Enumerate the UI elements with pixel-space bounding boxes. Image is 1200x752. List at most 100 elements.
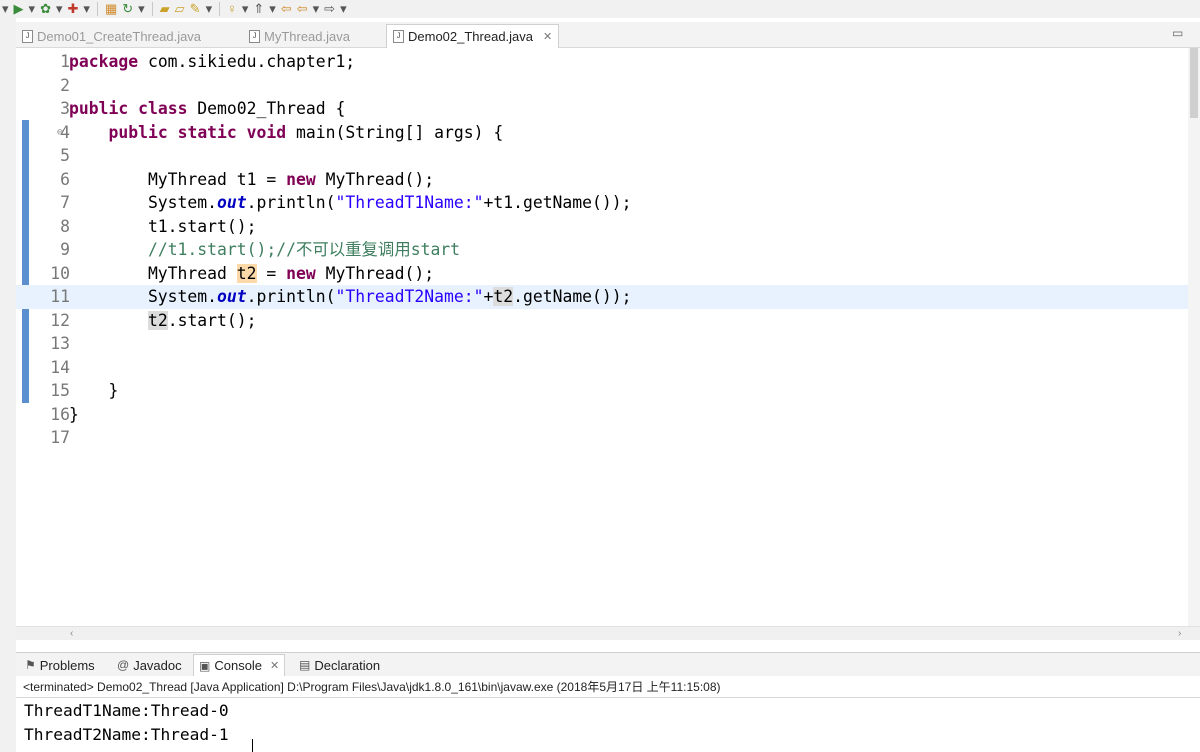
line-number: 14	[50, 357, 70, 377]
code-line[interactable]: 4 ⊖ public static void main(String[] args…	[16, 121, 1200, 145]
forward-icon[interactable]: ⇦	[297, 1, 308, 17]
dropdown-arrow-icon[interactable]: ▾	[29, 1, 36, 17]
tab-javadoc[interactable]: @ Javadoc	[112, 654, 187, 676]
problems-icon: ⚑	[25, 658, 36, 672]
dropdown-arrow-icon[interactable]: ▾	[2, 1, 9, 17]
bulb-icon[interactable]: ♀	[227, 1, 237, 17]
code-token: =	[256, 263, 287, 283]
code-area[interactable]: 1 package com.sikiedu.chapter1; 2 3 public c…	[16, 50, 1200, 450]
run-icon[interactable]: ▶	[14, 1, 24, 17]
console-line: ThreadT1Name:Thread-0	[24, 701, 229, 720]
tab-label: Declaration	[314, 657, 381, 673]
text-cursor	[252, 739, 253, 752]
close-icon[interactable]: ✕	[270, 659, 279, 672]
code-line[interactable]: 3 public class Demo02_Thread {	[16, 97, 1200, 121]
code-token: .println(	[246, 193, 336, 212]
close-icon[interactable]: ✕	[543, 30, 552, 43]
code-text: }	[69, 379, 118, 403]
line-number: 6	[60, 169, 70, 189]
fold-icon[interactable]: ⊖	[57, 121, 63, 145]
horizontal-scrollbar[interactable]: ‹ ›	[16, 626, 1200, 640]
code-text: }	[69, 403, 79, 427]
vertical-scrollbar[interactable]	[1188, 48, 1200, 626]
scroll-left-icon[interactable]: ‹	[70, 627, 73, 640]
line-number: 10	[50, 263, 70, 283]
code-line[interactable]: 8 t1.start();	[16, 215, 1200, 239]
dropdown-arrow-icon[interactable]: ▾	[83, 1, 90, 17]
code-line[interactable]: 11 System.out.println("ThreadT2Name:"+t2…	[16, 285, 1200, 309]
code-line[interactable]: 5	[16, 144, 1200, 168]
open-file-icon[interactable]: ▱	[175, 1, 185, 17]
line-number: 5	[60, 146, 70, 165]
code-token: package	[69, 52, 139, 71]
scroll-right-icon[interactable]: ›	[1178, 627, 1181, 640]
pencil-icon[interactable]: ✎	[190, 1, 201, 17]
dropdown-arrow-icon[interactable]: ▾	[138, 1, 145, 17]
line-number: 4	[60, 122, 70, 142]
line-number: 13	[50, 334, 70, 353]
code-token: //t1.start();//不可以重复调用start	[147, 240, 461, 259]
tab-console[interactable]: ▣ Console ✕	[193, 654, 286, 676]
java-file-icon: J	[393, 30, 404, 43]
tab-problems[interactable]: ⚑ Problems	[20, 654, 100, 676]
up-icon[interactable]: ⇑	[253, 1, 264, 17]
dropdown-arrow-icon[interactable]: ▾	[340, 1, 347, 17]
code-token: .start();	[167, 310, 257, 330]
code-token: MyThread	[69, 263, 237, 283]
external-tools-icon[interactable]: ✚	[68, 1, 79, 17]
dropdown-arrow-icon[interactable]: ▾	[269, 1, 276, 17]
next-icon[interactable]: ⇨	[324, 1, 335, 17]
dropdown-arrow-icon[interactable]: ▾	[313, 1, 320, 17]
console-icon: ▣	[199, 658, 211, 673]
code-line[interactable]: 12 t2.start();	[16, 309, 1200, 333]
code-token: t2	[236, 263, 257, 283]
bottom-panel-tabs: ⚑ Problems @ Javadoc ▣ Console ✕ ▤ Decla…	[16, 652, 1200, 676]
code-token: .println(	[246, 287, 336, 306]
code-token: static	[177, 122, 237, 142]
code-line[interactable]: 1 package com.sikiedu.chapter1;	[16, 50, 1200, 74]
back-icon[interactable]: ⇦	[281, 1, 292, 17]
code-line[interactable]: 15 }	[16, 379, 1200, 403]
console-output[interactable]: ThreadT1Name:Thread-0 ThreadT2Name:Threa…	[16, 699, 1200, 752]
code-line[interactable]: 10 MyThread t2 = new MyThread();	[16, 262, 1200, 286]
code-token: out	[217, 287, 247, 306]
left-trim	[0, 18, 16, 752]
tab-mythread[interactable]: J MyThread.java	[243, 24, 356, 48]
code-token: new	[286, 169, 316, 189]
dropdown-arrow-icon[interactable]: ▾	[242, 1, 249, 17]
code-token: class	[138, 99, 188, 118]
tab-demo01-createthread[interactable]: J Demo01_CreateThread.java	[16, 24, 207, 48]
scrollbar-thumb[interactable]	[1190, 48, 1198, 118]
tab-demo02-thread[interactable]: J Demo02_Thread.java ✕	[386, 24, 560, 48]
code-line[interactable]: 7 System.out.println("ThreadT1Name:"+t1.…	[16, 191, 1200, 215]
grid-icon[interactable]: ▦	[105, 1, 117, 17]
code-line[interactable]: 14	[16, 356, 1200, 380]
code-text: System.out.println("ThreadT2Name:"+t2.ge…	[69, 285, 632, 309]
dropdown-arrow-icon[interactable]: ▾	[206, 1, 213, 17]
code-line[interactable]: 13	[16, 332, 1200, 356]
code-token: "ThreadT2Name:"	[335, 287, 484, 306]
refresh-icon[interactable]: ↻	[122, 1, 133, 17]
minimize-icon[interactable]: ▭	[1172, 26, 1183, 40]
code-line[interactable]: 17	[16, 426, 1200, 450]
code-line[interactable]: 16}	[16, 403, 1200, 427]
code-token: System.	[69, 193, 218, 212]
code-line[interactable]: 2	[16, 74, 1200, 98]
code-text: System.out.println("ThreadT1Name:"+t1.ge…	[69, 191, 632, 215]
tab-declaration[interactable]: ▤ Declaration	[294, 654, 385, 676]
editor-tab-bar: J Demo01_CreateThread.java J MyThread.ja…	[16, 22, 1200, 48]
code-text: MyThread t2 = new MyThread();	[69, 262, 434, 286]
code-line[interactable]: 6 MyThread t1 = new MyThread();	[16, 168, 1200, 192]
code-token: public	[69, 99, 129, 118]
code-editor[interactable]: 1 package com.sikiedu.chapter1; 2 3 public c…	[16, 48, 1200, 626]
code-text: package com.sikiedu.chapter1;	[69, 50, 355, 74]
debug-icon[interactable]: ✿	[40, 1, 51, 17]
code-line[interactable]: 9 //t1.start();//不可以重复调用start	[16, 238, 1200, 262]
console-status: <terminated> Demo02_Thread [Java Applica…	[16, 677, 1200, 698]
code-token: void	[246, 122, 287, 142]
code-token: }	[69, 381, 119, 400]
dropdown-arrow-icon[interactable]: ▾	[56, 1, 63, 17]
open-folder-icon[interactable]: ▰	[160, 1, 170, 17]
